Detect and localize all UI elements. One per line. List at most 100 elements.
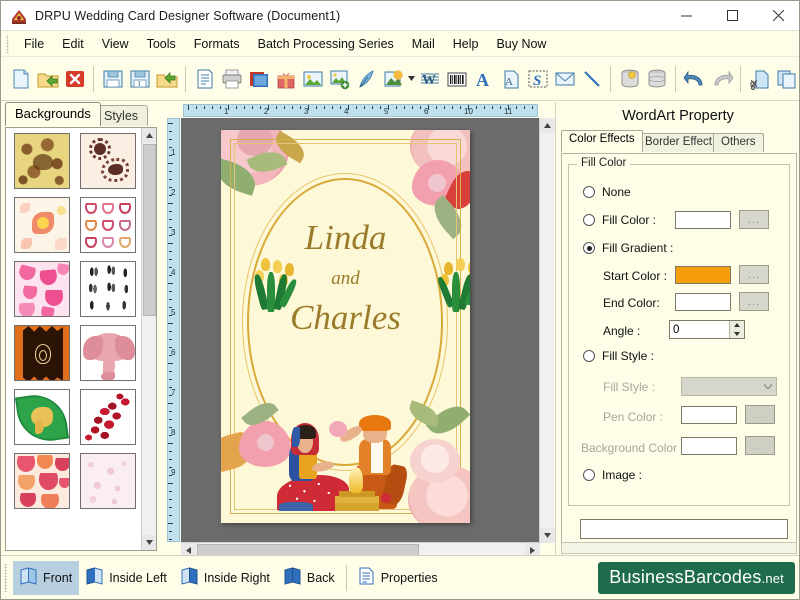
angle-decrement-icon[interactable] (730, 330, 744, 339)
print-icon[interactable] (218, 64, 245, 94)
canvas-vertical-scrollbar[interactable] (539, 118, 554, 543)
card-name-line-1[interactable]: Linda (221, 218, 470, 258)
image-path-field[interactable] (581, 520, 787, 538)
card-name-line-2[interactable]: Charles (221, 298, 470, 338)
menu-drag-grip[interactable] (5, 35, 12, 53)
background-color-browse-button[interactable]: ... (745, 436, 775, 455)
thumb-vintage-butterflies[interactable] (14, 133, 70, 189)
radio-fill-style[interactable] (583, 350, 595, 362)
menu-view[interactable]: View (93, 33, 138, 55)
canvas-scroll-down-icon[interactable] (540, 528, 555, 543)
angle-stepper[interactable] (669, 320, 745, 339)
end-color-browse-button[interactable]: ... (739, 292, 769, 311)
undo-icon[interactable] (681, 64, 708, 94)
thumb-outline-hearts[interactable] (80, 197, 136, 253)
thumb-wedding-couples-sketch[interactable] (80, 261, 136, 317)
start-color-swatch[interactable] (675, 266, 731, 284)
save-icon[interactable] (99, 64, 126, 94)
scrollbar-thumb[interactable] (143, 144, 156, 316)
new-document-icon[interactable] (7, 64, 34, 94)
cut-icon[interactable] (746, 64, 773, 94)
line-icon[interactable] (578, 64, 605, 94)
text-page-icon[interactable]: A (497, 64, 524, 94)
tab-front[interactable]: Front (13, 561, 79, 595)
tab-backgrounds[interactable]: Backgrounds (5, 102, 101, 126)
thumb-pale-pink-texture[interactable] (80, 453, 136, 509)
minimize-button[interactable] (663, 1, 709, 31)
tab-others[interactable]: Others (713, 133, 764, 152)
tab-back[interactable]: Back (277, 561, 342, 595)
option-fill-color-row[interactable]: Fill Color : (583, 213, 656, 227)
fill-color-browse-button[interactable]: ... (739, 210, 769, 229)
canvas-scroll-up-icon[interactable] (540, 118, 555, 133)
pen-color-swatch[interactable] (681, 406, 737, 424)
tab-styles[interactable]: Styles (94, 105, 148, 126)
thumb-orange-ganesha[interactable] (14, 325, 70, 381)
database-settings-icon[interactable] (616, 64, 643, 94)
menu-edit[interactable]: Edit (53, 33, 93, 55)
open-folder-icon[interactable] (34, 64, 61, 94)
pen-color-browse-button[interactable]: ... (745, 405, 775, 424)
radio-fill-color[interactable] (583, 214, 595, 226)
chevron-down-icon[interactable] (760, 378, 776, 395)
angle-input[interactable] (670, 324, 726, 336)
envelope-icon[interactable] (551, 64, 578, 94)
angle-spinner-arrows[interactable] (729, 321, 744, 338)
watermark-icon[interactable]: W (416, 64, 443, 94)
shape-picture-icon[interactable] (380, 64, 407, 94)
card-stage[interactable]: Linda and Charles (181, 118, 540, 543)
image-path-input[interactable] (580, 519, 788, 539)
copy-icon[interactable] (773, 64, 800, 94)
save-as-icon[interactable]: I (126, 64, 153, 94)
properties-button[interactable]: Properties (351, 561, 445, 595)
text-icon[interactable]: A (470, 64, 497, 94)
radio-fill-gradient[interactable] (583, 242, 595, 254)
option-image-row[interactable]: Image : (583, 468, 642, 482)
menu-file[interactable]: File (15, 33, 53, 55)
option-none-row[interactable]: None (583, 185, 631, 199)
fill-color-swatch[interactable] (675, 211, 731, 229)
tab-color-effects[interactable]: Color Effects (561, 130, 643, 152)
option-fill-gradient-row[interactable]: Fill Gradient : (583, 241, 673, 255)
menu-help[interactable]: Help (444, 33, 488, 55)
thumb-patterned-hearts[interactable] (14, 453, 70, 509)
close-document-icon[interactable] (61, 64, 88, 94)
pen-icon[interactable] (353, 64, 380, 94)
menu-tools[interactable]: Tools (138, 33, 185, 55)
thumb-pink-hearts[interactable] (14, 261, 70, 317)
background-color-swatch[interactable] (681, 437, 737, 455)
tab-inside-right[interactable]: Inside Right (174, 561, 277, 595)
menu-buy-now[interactable]: Buy Now (487, 33, 555, 55)
gift-icon[interactable] (272, 64, 299, 94)
thumb-red-rose-petals[interactable] (80, 389, 136, 445)
wedding-card-front[interactable]: Linda and Charles (221, 130, 470, 523)
maximize-button[interactable] (709, 1, 755, 31)
wordart-icon[interactable]: S (524, 64, 551, 94)
end-color-swatch[interactable] (675, 293, 731, 311)
option-fill-style-row[interactable]: Fill Style : (583, 349, 654, 363)
barcode-icon[interactable] (443, 64, 470, 94)
tab-border-effect[interactable]: Border Effect (637, 133, 720, 152)
scroll-down-icon[interactable] (142, 535, 157, 550)
page-setup-icon[interactable] (191, 64, 218, 94)
export-folder-icon[interactable] (153, 64, 180, 94)
menu-batch-processing-series[interactable]: Batch Processing Series (249, 33, 403, 55)
dropdown-caret-icon[interactable] (407, 64, 416, 94)
radio-none[interactable] (583, 186, 595, 198)
start-color-browse-button[interactable]: ... (739, 265, 769, 284)
menu-formats[interactable]: Formats (185, 33, 249, 55)
menu-mail[interactable]: Mail (403, 33, 444, 55)
thumb-green-leaf-ganesha[interactable] (14, 389, 70, 445)
thumb-brown-doily[interactable] (80, 133, 136, 189)
picture-icon[interactable] (299, 64, 326, 94)
bottom-toolbar-grip[interactable] (3, 564, 10, 592)
card-stack-icon[interactable] (245, 64, 272, 94)
thumb-pink-blossoms[interactable] (14, 197, 70, 253)
tab-inside-left[interactable]: Inside Left (79, 561, 174, 595)
add-image-icon[interactable] (326, 64, 353, 94)
angle-increment-icon[interactable] (730, 321, 744, 330)
backgrounds-scrollbar[interactable] (141, 128, 156, 550)
thumb-pink-elephant[interactable] (80, 325, 136, 381)
database-icon[interactable] (643, 64, 670, 94)
radio-image[interactable] (583, 469, 595, 481)
